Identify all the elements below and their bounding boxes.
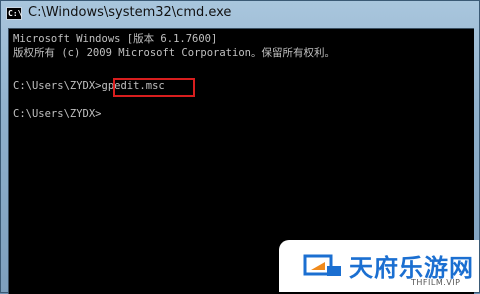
site-watermark: 天府乐游网 THFILM.VIP — [279, 240, 479, 292]
window-title: C:\Windows\system32\cmd.exe — [28, 5, 232, 20]
console-line-copyright: 版权所有 (c) 2009 Microsoft Corporation。保留所有… — [13, 47, 335, 59]
console-line-prompt: C:\Users\ZYDX> — [13, 108, 102, 120]
title-bar[interactable]: C:\ C:\Windows\system32\cmd.exe — [1, 1, 479, 27]
cmd-app-icon: C:\ — [6, 7, 23, 20]
site-logo-icon — [303, 254, 341, 276]
command-highlight-box — [113, 78, 195, 97]
console-line-version: Microsoft Windows [版本 6.1.7600] — [13, 33, 218, 45]
cmd-window: C:\ C:\Windows\system32\cmd.exe Microsof… — [0, 0, 480, 294]
site-url: THFILM.VIP — [411, 278, 461, 287]
